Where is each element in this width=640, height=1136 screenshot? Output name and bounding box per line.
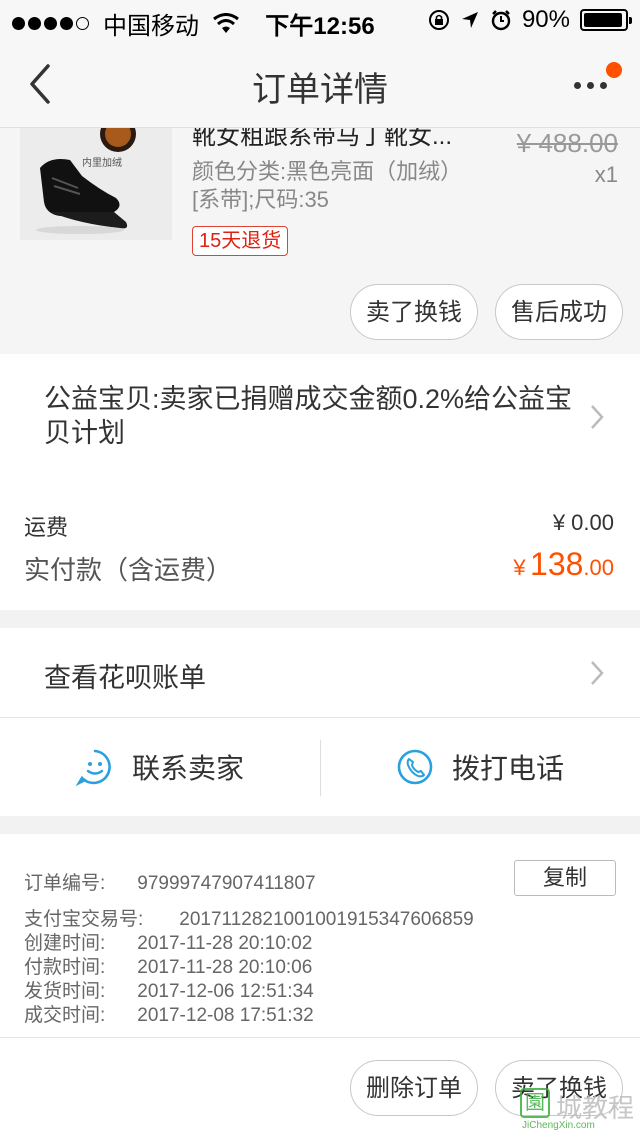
- status-bar: 中国移动 下午12:56 90%: [0, 0, 640, 40]
- page-title: 订单详情: [252, 71, 388, 109]
- alipay-trade-row: 支付宝交易号: 2017112821001001915347606859: [24, 909, 474, 930]
- paid-amount: ¥ 138.00: [513, 546, 614, 583]
- image-tag: 内里加绒: [82, 158, 122, 169]
- alipay-trade-number: 2017112821001001915347606859: [179, 909, 474, 930]
- shipped-time: 2017-12-06 12:51:34: [137, 981, 314, 1002]
- order-info: 订单编号: 97999747907411807 复制 支付宝交易号: 20171…: [0, 834, 640, 1038]
- chevron-right-icon: [591, 661, 604, 685]
- original-price: ¥ 488.00: [516, 128, 618, 158]
- alarm-icon: [491, 10, 511, 31]
- location-icon: [461, 12, 478, 28]
- battery-icon: [580, 9, 632, 31]
- paid-currency: ¥: [513, 555, 526, 580]
- done-time-row: 成交时间: 2017-12-08 17:51:32: [24, 1005, 314, 1026]
- nav-bar: 订单详情: [0, 40, 640, 128]
- copy-button[interactable]: 复制: [514, 860, 616, 896]
- product-card[interactable]: 内里加绒 靴女粗跟系带马丁靴女... ¥ 488.00 颜色分类:黑色亮面（加绒…: [0, 128, 640, 354]
- sell-button[interactable]: 卖了换钱: [350, 284, 478, 340]
- huabei-bill-row[interactable]: 查看花呗账单: [0, 628, 640, 718]
- more-icon: [574, 82, 607, 89]
- paid-time-row: 付款时间: 2017-11-28 20:10:06: [24, 957, 313, 978]
- watermark-logo: 園 城教程 JiChengXin.com: [516, 1086, 636, 1132]
- contact-seller-label: 联系卖家: [132, 753, 245, 784]
- call-phone-label: 拨打电话: [452, 753, 565, 784]
- charity-text: 公益宝贝:卖家已捐赠成交金额0.2%给公益宝贝计划: [44, 384, 573, 448]
- shipping-value: ¥ 0.00: [552, 510, 614, 535]
- paid-integer: 138: [530, 546, 584, 582]
- boot-image: [20, 128, 172, 240]
- charity-row[interactable]: 公益宝贝:卖家已捐赠成交金额0.2%给公益宝贝计划: [0, 354, 640, 482]
- shipping-label: 运费: [24, 515, 69, 540]
- contact-bar: 联系卖家 拨打电话: [0, 718, 640, 816]
- watermark-icon: 園: [520, 1088, 550, 1118]
- notification-badge: [606, 62, 622, 78]
- paid-time: 2017-11-28 20:10:06: [137, 957, 313, 978]
- phone-icon: [397, 749, 433, 785]
- product-image[interactable]: 内里加绒: [20, 128, 172, 240]
- more-button[interactable]: [570, 62, 622, 106]
- done-time: 2017-12-08 17:51:32: [137, 1005, 314, 1026]
- shipped-time-row: 发货时间: 2017-12-06 12:51:34: [24, 981, 314, 1002]
- chat-smile-icon: [76, 749, 111, 786]
- paid-decimal: .00: [583, 555, 614, 580]
- huabei-text: 查看花呗账单: [44, 663, 206, 693]
- paid-label: 实付款（含运费）: [24, 555, 233, 585]
- product-spec: 颜色分类:黑色亮面（加绒）[系带];尺码:35: [192, 159, 463, 212]
- orientation-lock-icon: [428, 10, 449, 30]
- aftersale-button[interactable]: 售后成功: [495, 284, 623, 340]
- product-title[interactable]: 靴女粗跟系带马丁靴女...: [192, 128, 482, 151]
- price-summary: 运费 ¥ 0.00 实付款（含运费） ¥ 138.00: [0, 482, 640, 610]
- order-number: 97999747907411807: [137, 873, 316, 894]
- product-quantity: x1: [594, 162, 618, 187]
- battery-percent: 90%: [521, 6, 570, 33]
- watermark-url: JiChengXin.com: [522, 1120, 595, 1131]
- created-time: 2017-11-28 20:10:02: [137, 933, 313, 954]
- chevron-right-icon: [591, 405, 604, 429]
- divider: [320, 740, 321, 796]
- refund-policy-tag: 15天退货: [192, 226, 289, 256]
- order-number-row: 订单编号: 97999747907411807: [24, 873, 316, 894]
- created-time-row: 创建时间: 2017-11-28 20:10:02: [24, 933, 313, 954]
- delete-order-button[interactable]: 删除订单: [350, 1060, 478, 1116]
- contact-seller-button[interactable]: 联系卖家: [76, 718, 244, 816]
- call-phone-button[interactable]: 拨打电话: [396, 718, 564, 816]
